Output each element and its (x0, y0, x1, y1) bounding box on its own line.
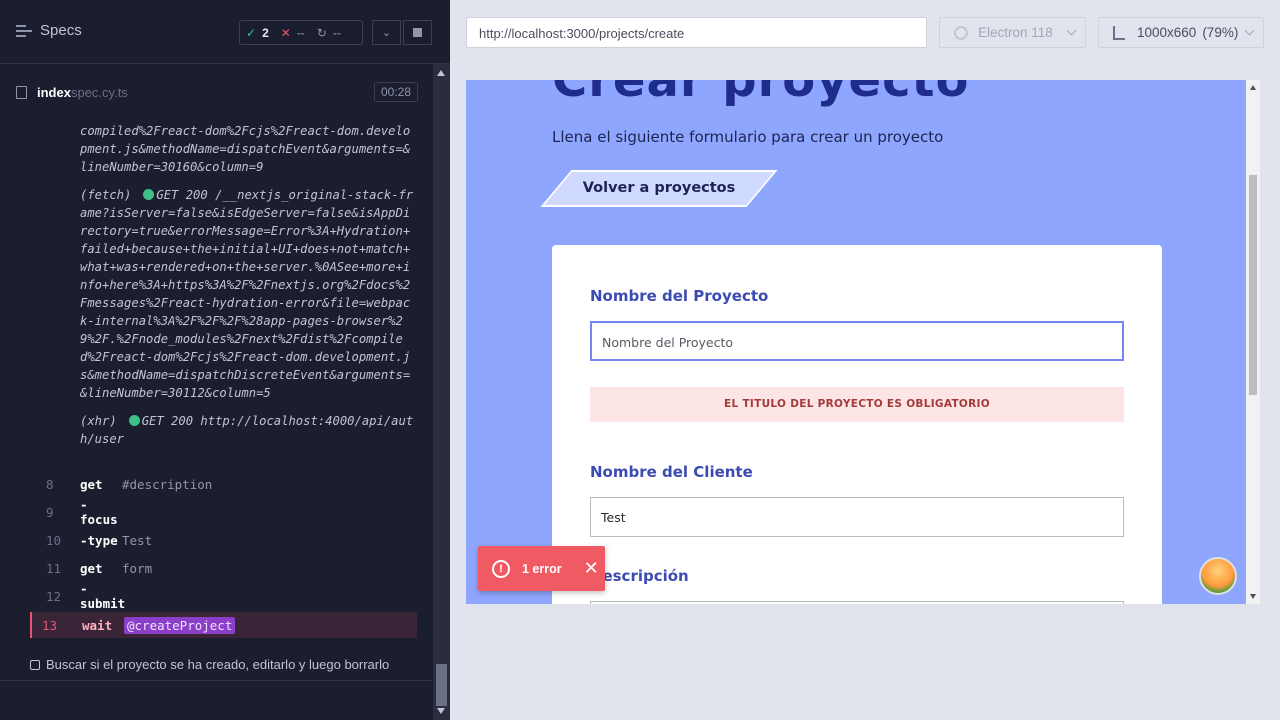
command-row[interactable]: 9 -focus (30, 497, 417, 527)
divider (0, 680, 432, 681)
log-entry[interactable]: (xhr) GET 200 http://localhost:4000/api/a… (30, 412, 417, 448)
command-log-scrollbar[interactable] (433, 64, 450, 720)
browser-name: Electron 118 (978, 25, 1053, 40)
description-input[interactable] (590, 601, 1124, 604)
url-bar[interactable]: http://localhost:3000/projects/create (466, 17, 927, 48)
test-title: Buscar si el proyecto se ha creado, edit… (46, 657, 390, 672)
back-to-projects-button[interactable]: Volver a proyectos (540, 170, 778, 207)
stop-icon (413, 28, 422, 37)
viewport-select[interactable]: 1000x660 (79%) (1098, 17, 1264, 48)
cypress-runner-panel: Specs ✓ 2 ✕ -- ↻ -- ⌄ index spec.cy.ts 0… (0, 0, 450, 720)
spec-extension: spec.cy.ts (70, 84, 128, 100)
command-row[interactable]: 11 get form (30, 555, 417, 581)
test-stats: ✓ 2 ✕ -- ↻ -- (239, 20, 363, 45)
chevron-down-icon (1066, 25, 1077, 36)
specs-list-icon (16, 24, 32, 38)
pending-test-icon (30, 659, 40, 670)
status-dot-icon (143, 189, 155, 200)
project-name-error: EL TITULO DEL PROYECTO ES OBLIGATORIO (590, 387, 1124, 422)
pending-count: ↻ -- (316, 25, 341, 40)
project-name-label: Nombre del Proyecto (590, 287, 769, 305)
client-name-input[interactable]: Test (590, 497, 1124, 537)
electron-icon (954, 26, 968, 40)
document-icon (16, 85, 27, 99)
chevron-down-icon (1244, 25, 1255, 36)
log-entry[interactable]: compiled%2Freact-dom%2Fcjs%2Freact-dom.d… (30, 122, 417, 176)
application-viewport: Crear proyecto Llena el siguiente formul… (466, 80, 1246, 604)
app-preview-panel: http://localhost:3000/projects/create El… (450, 0, 1280, 720)
chevron-down-icon[interactable]: ⌄ (372, 20, 401, 45)
viewport-scale: (79%) (1202, 25, 1239, 40)
error-icon: ! (492, 559, 510, 578)
viewport-size: 1000x660 (1137, 25, 1197, 40)
error-count: 1 error (522, 561, 562, 576)
page-subtitle: Llena el siguiente formulario para crear… (552, 128, 944, 146)
status-dot-icon (128, 415, 140, 426)
project-form: Nombre del Proyecto Nombre del Proyecto … (552, 245, 1162, 604)
project-name-input[interactable]: Nombre del Proyecto (590, 321, 1124, 361)
app-scrollbar[interactable] (1246, 80, 1260, 604)
spec-file-row[interactable]: index spec.cy.ts 00:28 (16, 82, 418, 102)
test-title-row[interactable]: Buscar si el proyecto se ha creado, edit… (30, 657, 389, 672)
browser-select[interactable]: Electron 118 (939, 17, 1086, 48)
page-title: Crear proyecto (552, 80, 970, 108)
specs-label: Specs (40, 22, 82, 39)
passed-count: ✓ 2 (246, 25, 269, 40)
specs-button[interactable]: Specs (16, 22, 82, 39)
close-icon[interactable]: ✕ (584, 558, 599, 579)
runner-header: Specs ✓ 2 ✕ -- ↻ -- ⌄ (0, 0, 450, 64)
spec-name: index (37, 84, 71, 100)
error-toast[interactable]: ! 1 error ✕ (478, 546, 605, 591)
log-entry[interactable]: (fetch) GET 200 /__nextjs_original-stack-… (30, 186, 417, 402)
command-row[interactable]: 8 get #description (30, 471, 417, 497)
avatar[interactable] (1199, 557, 1237, 595)
ruler-icon (1113, 26, 1125, 40)
alias-badge: @createProject (124, 616, 236, 634)
stop-button[interactable] (403, 20, 432, 45)
failed-count: ✕ -- (280, 25, 305, 40)
client-name-label: Nombre del Cliente (590, 463, 753, 481)
command-row-active[interactable]: 13 wait @createProject (30, 612, 417, 638)
command-row[interactable]: 10 -type Test (30, 527, 417, 553)
command-row[interactable]: 12 -submit (30, 581, 417, 611)
spec-timer: 00:28 (373, 82, 418, 102)
